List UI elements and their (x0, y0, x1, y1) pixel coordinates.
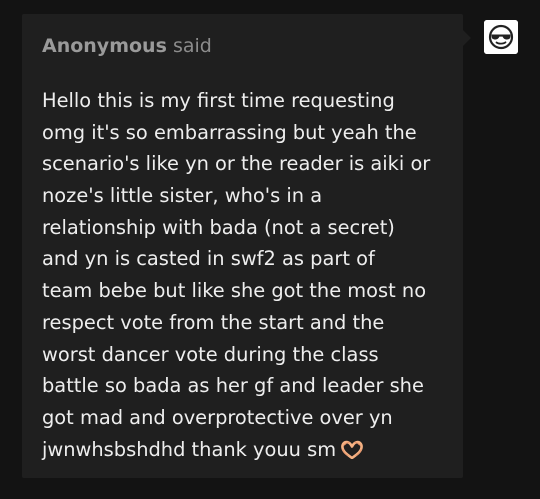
heart-hands-icon (340, 437, 364, 469)
question-line: worst dancer vote during the class (42, 342, 379, 366)
question-line: team bebe but like she got the most no (42, 279, 427, 303)
question-line: respect vote from the start and the (42, 310, 385, 334)
question-body: Hello this is my first time requesting o… (42, 85, 447, 465)
question-line-text: jwnwhsbshdhd thank youu sm (42, 437, 337, 461)
sunglasses-face-icon (484, 20, 518, 54)
asker-verb: said (172, 35, 212, 57)
asker-name: Anonymous (42, 35, 167, 57)
question-line: omg it's so embarrassing but yeah the (42, 120, 417, 144)
ask-card: Anonymous said Hello this is my first ti… (22, 14, 463, 478)
question-line: Hello this is my first time requesting (42, 89, 395, 112)
question-line: and yn is casted in swf2 as part of (42, 247, 375, 271)
asker-line: Anonymous said (42, 33, 212, 59)
question-line: battle so bada as her gf and leader she (42, 374, 424, 398)
question-line: got mad and overprotective over yn (42, 405, 393, 429)
avatar[interactable] (484, 20, 518, 54)
question-line: noze's little sister, who's in a (42, 184, 323, 208)
question-line: scenario's like yn or the reader is aiki… (42, 152, 431, 176)
question-line-last: jwnwhsbshdhd thank youu sm (42, 434, 447, 466)
ask-bubble-pointer (463, 30, 471, 46)
question-line: relationship with bada (not a secret) (42, 215, 395, 239)
